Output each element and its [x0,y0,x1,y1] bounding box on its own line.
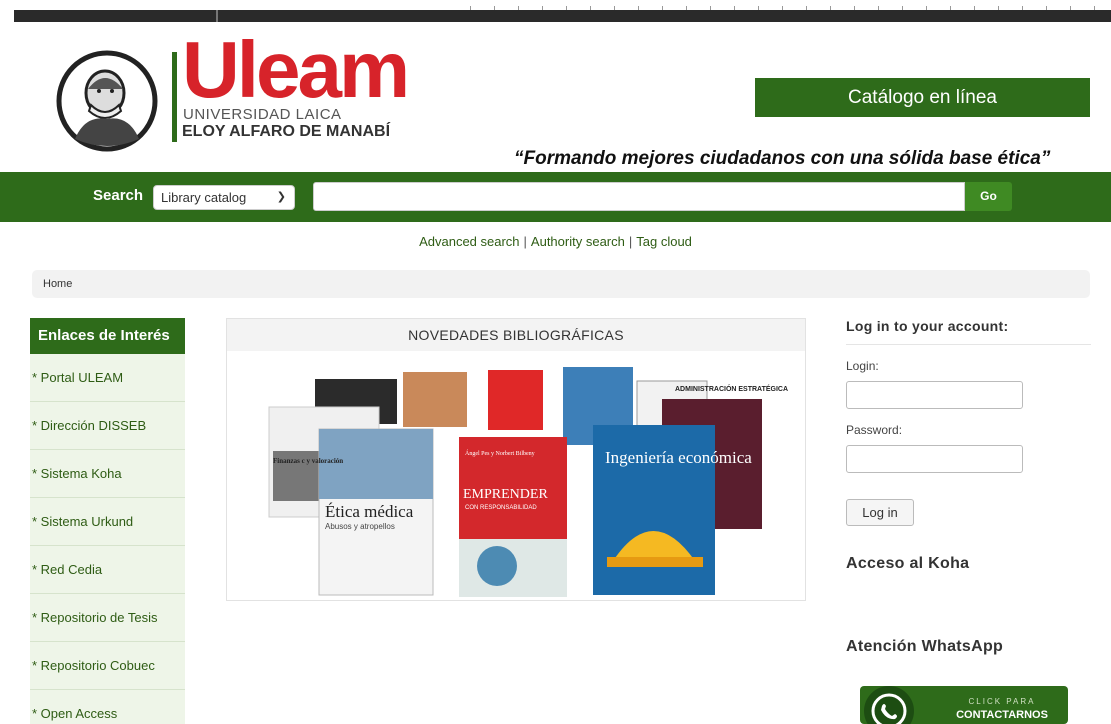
breadcrumb-home-link[interactable]: Home [43,278,72,290]
catalog-select-value: Library catalog [161,190,247,205]
sidebar-links: Enlaces de Interés * Portal ULEAM * Dire… [30,318,185,724]
top-ticks [470,6,1110,10]
chevron-down-icon: ❯ [276,191,286,203]
sidebar-item-repositorio-tesis[interactable]: * Repositorio de Tesis [30,594,185,642]
founder-seal-icon[interactable] [55,49,159,153]
password-field-label: Password: [846,423,903,437]
new-titles-heading: NOVEDADES BIBLIOGRÁFICAS [227,319,805,351]
separator: | [523,234,527,249]
search-label: Search [93,187,144,204]
browser-top-strip [0,0,1111,22]
sidebar-title: Enlaces de Interés [30,318,185,354]
sidebar-item-sistema-urkund[interactable]: * Sistema Urkund [30,498,185,546]
tag-cloud-link[interactable]: Tag cloud [636,234,692,249]
motto: “Formando mejores ciudadanos con una sól… [514,148,1051,169]
book-title-emprender: EMPRENDER [463,487,548,502]
breadcrumb: Home [32,270,1090,298]
go-button[interactable]: Go [965,182,1012,211]
catalog-select[interactable]: Library catalog ❯ [153,185,295,210]
new-titles-panel: NOVEDADES BIBLIOGRÁFICAS Ética médica Ab… [226,318,806,601]
whatsapp-cta-top: CLICK PARA [968,697,1036,706]
whatsapp-heading: Atención WhatsApp [846,638,1004,655]
sidebar-item-open-access[interactable]: * Open Access [30,690,185,724]
book-title-administracion: ADMINISTRACIÓN ESTRATÉGICA [675,384,788,393]
sidebar-item-portal-uleam[interactable]: * Portal ULEAM [30,354,185,402]
whatsapp-cta-main: CONTACTARNOS [956,709,1048,721]
sidebar-item-repositorio-cobuec[interactable]: * Repositorio Cobuec [30,642,185,690]
catalog-online-button[interactable]: Catálogo en línea [755,78,1090,117]
koha-access-heading: Acceso al Koha [846,555,970,572]
top-dark-band [14,10,1111,22]
separator: | [628,234,633,249]
sidebar-item-direccion-disseb[interactable]: * Dirección DISSEB [30,402,185,450]
login-button[interactable]: Log in [846,499,914,526]
book-title-ingenieria: Ingeniería económica [605,448,752,467]
authority-search-link[interactable]: Authority search [531,234,625,249]
search-input[interactable] [313,182,965,211]
login-title: Log in to your account: [846,318,1091,345]
sidebar-item-red-cedia[interactable]: * Red Cedia [30,546,185,594]
login-input[interactable] [846,381,1023,409]
book-subtitle-etica: Abusos y atropellos [325,522,395,531]
search-links: Advanced search | Authority search | Tag clo… [0,234,1111,249]
book-authors-emprender: Ángel Pes y Norbert Bilbeny [465,449,535,457]
site-header: Uleam UNIVERSIDAD LAICA ELOY ALFARO DE M… [0,22,1111,172]
cover-administracion: ADMINISTRACIÓN ESTRATÉGICA [675,384,788,393]
sidebar-item-sistema-koha[interactable]: * Sistema Koha [30,450,185,498]
login-panel: Log in to your account: Login: Password:… [846,318,1091,526]
book-covers-collage[interactable]: Ética médica Abusos y atropellos Ángel P… [227,351,805,600]
brand-subtitle-2: ELOY ALFARO DE MANABÍ [182,123,391,140]
cover-emprender: Ángel Pes y Norbert Bilbeny EMPRENDER CO… [459,437,567,597]
cover-finanzas: Finanzas c y valoración [273,457,343,465]
whatsapp-icon [864,686,914,724]
whatsapp-contact-button[interactable]: CLICK PARA CONTACTARNOS [860,686,1068,724]
brand-subtitle-1: UNIVERSIDAD LAICA [183,106,342,123]
top-divider [216,10,218,22]
password-input[interactable] [846,445,1023,473]
search-bar: Search Library catalog ❯ Go [0,172,1111,222]
book-subtitle-emprender: CON RESPONSABILIDAD [465,505,537,511]
brand-logo-text[interactable]: Uleam [182,30,410,110]
login-field-label: Login: [846,359,879,373]
cover-etica-medica: Ética médica Abusos y atropellos [318,428,434,596]
book-title-finanzas: Finanzas c y valoración [273,457,343,465]
book-title-etica: Ética médica [325,502,414,521]
brand-bar [172,52,177,142]
advanced-search-link[interactable]: Advanced search [419,234,519,249]
